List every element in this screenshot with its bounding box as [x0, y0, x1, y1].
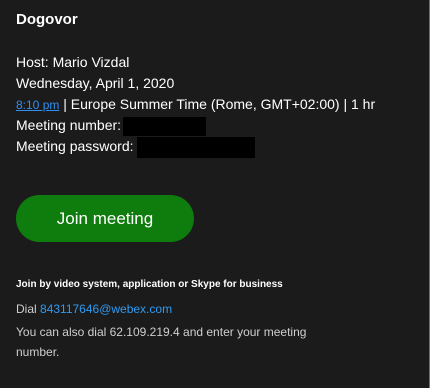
- meeting-details: Host: Mario Vizdal Wednesday, April 1, 2…: [16, 52, 375, 158]
- time-line: 8:10 pm | Europe Summer Time (Rome, GMT+…: [16, 94, 375, 115]
- webex-dial-link[interactable]: 843117646@webex.com: [40, 302, 172, 316]
- dial-line: Dial 843117646@webex.com: [16, 302, 172, 316]
- alternate-dial-text: You can also dial 62.109.219.4 and enter…: [16, 325, 307, 359]
- meeting-title: Dogovor: [16, 11, 78, 28]
- video-system-heading: Join by video system, application or Sky…: [16, 279, 283, 290]
- meeting-number-redacted: [123, 116, 207, 136]
- time-zone-duration: | Europe Summer Time (Rome, GMT+02:00) |…: [59, 96, 376, 112]
- join-meeting-button[interactable]: Join meeting: [16, 195, 194, 242]
- meeting-password-line: Meeting password:: [16, 136, 375, 158]
- meeting-password-label: Meeting password:: [16, 138, 134, 154]
- dial-prefix: Dial: [16, 302, 41, 316]
- host-line: Host: Mario Vizdal: [16, 54, 130, 70]
- meeting-password-redacted: [136, 136, 255, 158]
- time-link[interactable]: 8:10 pm: [16, 98, 59, 112]
- meeting-number-line: Meeting number:: [16, 115, 375, 136]
- date-line: Wednesday, April 1, 2020: [16, 75, 175, 91]
- meeting-invite-panel: Dogovor Host: Mario Vizdal Wednesday, Ap…: [0, 0, 430, 388]
- meeting-number-label: Meeting number:: [16, 117, 122, 133]
